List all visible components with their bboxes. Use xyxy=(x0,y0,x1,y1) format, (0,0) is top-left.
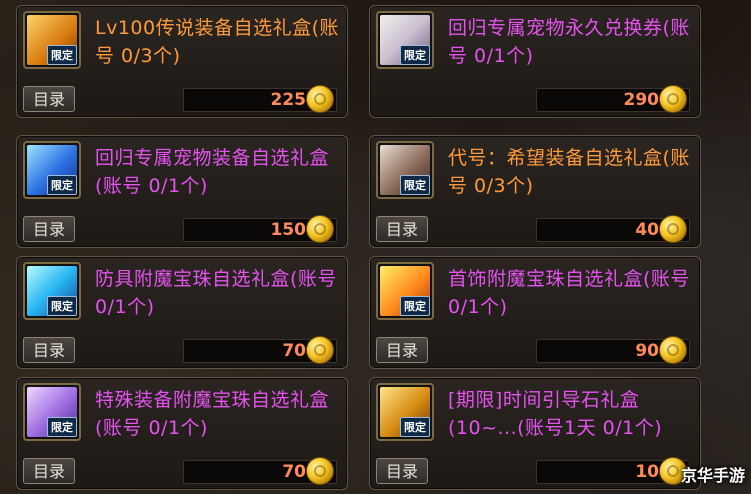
price-field: 10 xyxy=(536,457,690,485)
directory-button[interactable]: 目录 xyxy=(23,86,75,112)
item-icon[interactable]: 限定 xyxy=(23,141,81,199)
shop-item-card[interactable]: 限定 特殊装备附魔宝珠自选礼盒(账号 0/1个) 目录 70 xyxy=(16,377,348,490)
item-title: Lv100传说装备自选礼盒(账号 0/3个) xyxy=(95,17,340,67)
shop-item-card[interactable]: 限定 首饰附魔宝珠自选礼盒(账号 0/1个) 目录 90 xyxy=(369,256,701,369)
item-title: 特殊装备附魔宝珠自选礼盒(账号 0/1个) xyxy=(95,389,330,439)
shop-item-card[interactable]: 限定 Lv100传说装备自选礼盒(账号 0/3个) 目录 225 xyxy=(16,5,348,118)
item-price: 70 xyxy=(282,462,306,482)
price-field: 70 xyxy=(183,336,337,364)
shop-item-card[interactable]: 限定 回归专属宠物永久兑换券(账号 0/1个) 目录 290 xyxy=(369,5,701,118)
shop-item-card[interactable]: 限定 [期限]时间引导石礼盒(10~...(账号1天 0/1个) 目录 10 xyxy=(369,377,701,490)
item-icon[interactable]: 限定 xyxy=(23,383,81,441)
gold-coin-icon xyxy=(306,85,334,113)
limited-badge: 限定 xyxy=(400,175,430,195)
item-title: 代号：希望装备自选礼盒(账号 0/3个) xyxy=(448,147,690,197)
price-field: 225 xyxy=(183,85,337,113)
price-field: 150 xyxy=(183,215,337,243)
item-price: 290 xyxy=(623,90,660,110)
item-icon[interactable]: 限定 xyxy=(376,141,434,199)
item-price: 225 xyxy=(270,90,307,110)
directory-button[interactable]: 目录 xyxy=(376,216,428,242)
directory-button[interactable]: 目录 xyxy=(23,337,75,363)
limited-badge: 限定 xyxy=(47,296,77,316)
limited-badge: 限定 xyxy=(47,417,77,437)
limited-badge: 限定 xyxy=(400,417,430,437)
limited-badge: 限定 xyxy=(400,296,430,316)
shop-item-card[interactable]: 限定 回归专属宠物装备自选礼盒(账号 0/1个) 目录 150 xyxy=(16,135,348,248)
price-field: 70 xyxy=(183,457,337,485)
gold-coin-icon xyxy=(659,215,687,243)
item-title: [期限]时间引导石礼盒(10~...(账号1天 0/1个) xyxy=(448,389,663,439)
gold-coin-icon xyxy=(306,215,334,243)
watermark: 京华手游 xyxy=(680,466,745,485)
directory-button[interactable]: 目录 xyxy=(23,216,75,242)
item-title: 回归专属宠物永久兑换券(账号 0/1个) xyxy=(448,17,690,67)
item-title: 首饰附魔宝珠自选礼盒(账号 0/1个) xyxy=(448,268,690,318)
item-icon[interactable]: 限定 xyxy=(23,262,81,320)
item-icon[interactable]: 限定 xyxy=(376,383,434,441)
shop-item-card[interactable]: 限定 防具附魔宝珠自选礼盒(账号 0/1个) 目录 70 xyxy=(16,256,348,369)
price-field: 90 xyxy=(536,336,690,364)
item-title: 回归专属宠物装备自选礼盒(账号 0/1个) xyxy=(95,147,330,197)
item-price: 90 xyxy=(635,341,659,361)
gold-coin-icon xyxy=(306,457,334,485)
gold-coin-icon xyxy=(659,85,687,113)
item-price: 70 xyxy=(282,341,306,361)
price-field: 40 xyxy=(536,215,690,243)
limited-badge: 限定 xyxy=(400,45,430,65)
gold-coin-icon xyxy=(659,336,687,364)
item-icon[interactable]: 限定 xyxy=(23,11,81,69)
limited-badge: 限定 xyxy=(47,175,77,195)
price-field: 290 xyxy=(536,85,690,113)
item-price: 10 xyxy=(635,462,659,482)
item-icon[interactable]: 限定 xyxy=(376,11,434,69)
directory-button[interactable]: 目录 xyxy=(23,458,75,484)
limited-badge: 限定 xyxy=(47,45,77,65)
item-icon[interactable]: 限定 xyxy=(376,262,434,320)
item-price: 150 xyxy=(270,220,307,240)
item-price: 40 xyxy=(635,220,659,240)
item-title: 防具附魔宝珠自选礼盒(账号 0/1个) xyxy=(95,268,337,318)
shop-item-card[interactable]: 限定 代号：希望装备自选礼盒(账号 0/3个) 目录 40 xyxy=(369,135,701,248)
gold-coin-icon xyxy=(306,336,334,364)
directory-button[interactable]: 目录 xyxy=(376,458,428,484)
directory-button[interactable]: 目录 xyxy=(376,337,428,363)
